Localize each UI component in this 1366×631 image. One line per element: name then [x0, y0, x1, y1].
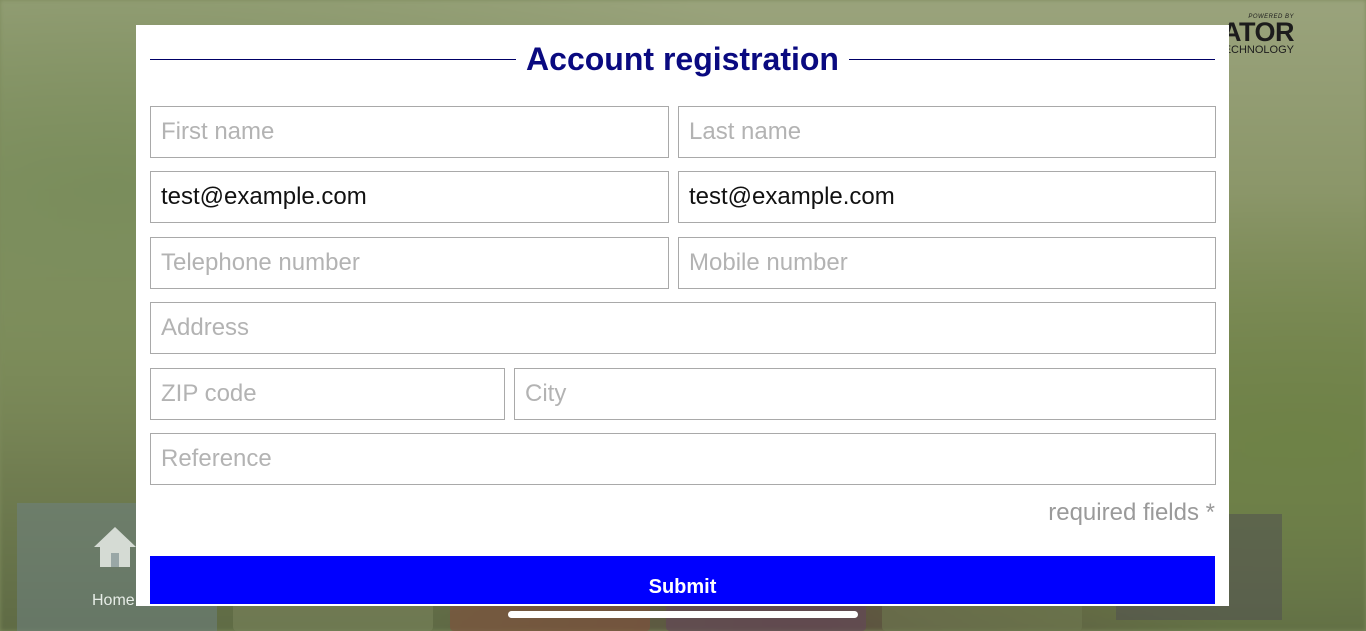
email-confirm-input[interactable] — [678, 171, 1216, 223]
zip-code-input[interactable] — [150, 368, 505, 420]
mobile-input[interactable] — [678, 237, 1216, 289]
home-indicator-bar[interactable] — [508, 611, 858, 618]
title-divider-right — [848, 58, 1216, 60]
title-divider-left — [150, 58, 517, 60]
brand-logo: POWERED BY ATOR ECHNOLOGY — [1222, 14, 1295, 56]
telephone-input[interactable] — [150, 237, 669, 289]
last-name-input[interactable] — [678, 106, 1216, 158]
home-icon — [94, 527, 136, 567]
submit-button[interactable]: Submit — [150, 556, 1215, 604]
home-label: Home — [92, 592, 135, 609]
city-input[interactable] — [514, 368, 1216, 420]
dialog-header: Account registration — [150, 39, 1216, 79]
email-input[interactable] — [150, 171, 669, 223]
dialog-title: Account registration — [526, 40, 839, 77]
registration-dialog: Account registration required fields * S… — [136, 25, 1229, 606]
first-name-input[interactable] — [150, 106, 669, 158]
reference-input[interactable] — [150, 433, 1216, 485]
address-input[interactable] — [150, 302, 1216, 354]
required-fields-note: required fields * — [1048, 499, 1215, 526]
logo-tagline: ECHNOLOGY — [1223, 44, 1294, 56]
logo-brand: ATOR — [1222, 17, 1295, 47]
